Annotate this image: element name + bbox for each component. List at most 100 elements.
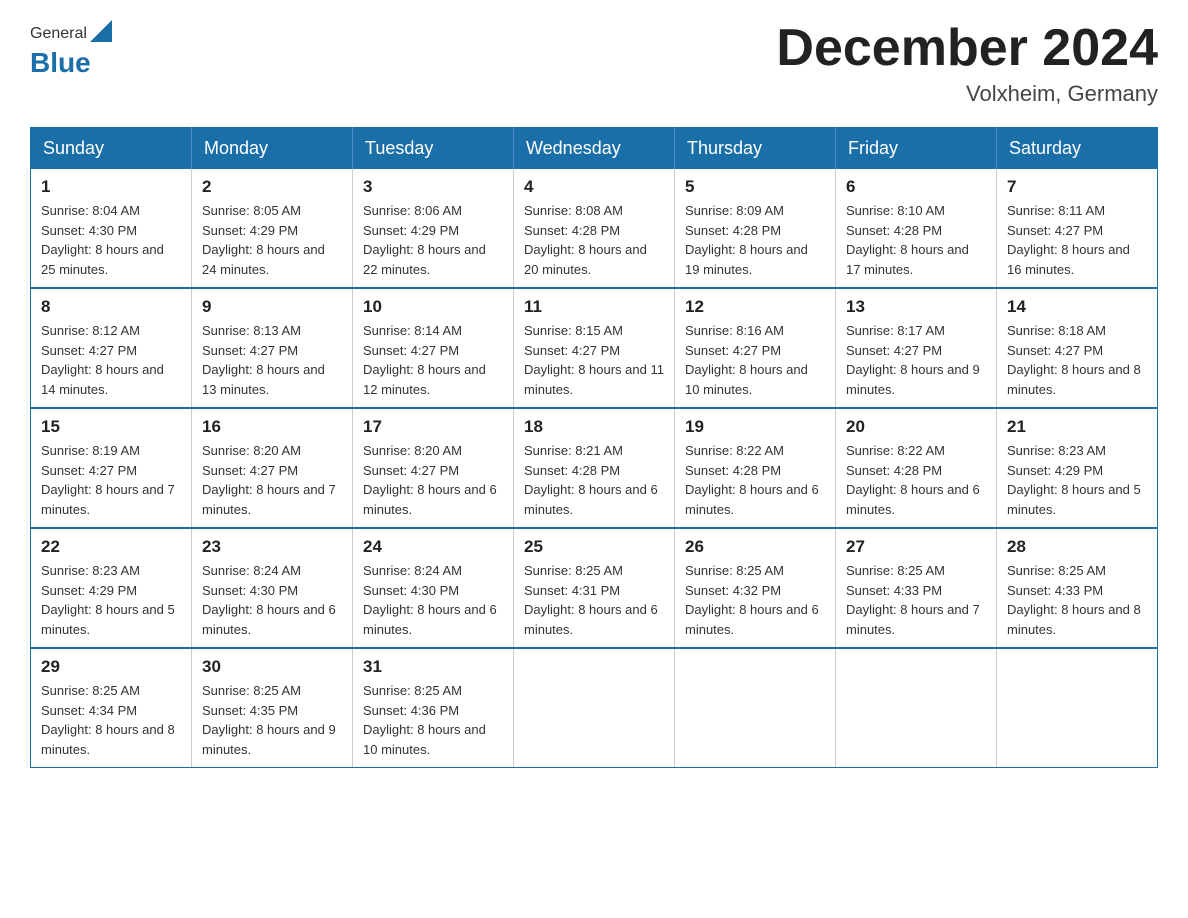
day-number: 12 <box>685 297 825 317</box>
day-info: Sunrise: 8:20 AMSunset: 4:27 PMDaylight:… <box>202 441 342 519</box>
day-info: Sunrise: 8:09 AMSunset: 4:28 PMDaylight:… <box>685 201 825 279</box>
day-number: 3 <box>363 177 503 197</box>
day-number: 25 <box>524 537 664 557</box>
calendar-cell: 23Sunrise: 8:24 AMSunset: 4:30 PMDayligh… <box>192 528 353 648</box>
day-info: Sunrise: 8:06 AMSunset: 4:29 PMDaylight:… <box>363 201 503 279</box>
weekday-header-saturday: Saturday <box>997 128 1158 170</box>
day-info: Sunrise: 8:25 AMSunset: 4:32 PMDaylight:… <box>685 561 825 639</box>
calendar-cell: 11Sunrise: 8:15 AMSunset: 4:27 PMDayligh… <box>514 288 675 408</box>
calendar-cell: 5 Sunrise: 8:09 AMSunset: 4:28 PMDaylight… <box>675 169 836 288</box>
day-number: 6 <box>846 177 986 197</box>
day-number: 18 <box>524 417 664 437</box>
day-number: 9 <box>202 297 342 317</box>
day-number: 17 <box>363 417 503 437</box>
day-info: Sunrise: 8:23 AMSunset: 4:29 PMDaylight:… <box>41 561 181 639</box>
day-number: 22 <box>41 537 181 557</box>
calendar-cell: 4 Sunrise: 8:08 AMSunset: 4:28 PMDaylight… <box>514 169 675 288</box>
day-number: 14 <box>1007 297 1147 317</box>
day-info: Sunrise: 8:19 AMSunset: 4:27 PMDaylight:… <box>41 441 181 519</box>
calendar-cell: 20 Sunrise: 8:22 AMSunset: 4:28 PMDayligh… <box>836 408 997 528</box>
month-title: December 2024 <box>776 20 1158 77</box>
calendar-cell: 7Sunrise: 8:11 AMSunset: 4:27 PMDaylight… <box>997 169 1158 288</box>
weekday-header-friday: Friday <box>836 128 997 170</box>
calendar-week-row: 1Sunrise: 8:04 AMSunset: 4:30 PMDaylight… <box>31 169 1158 288</box>
day-info: Sunrise: 8:17 AMSunset: 4:27 PMDaylight:… <box>846 321 986 399</box>
day-info: Sunrise: 8:24 AMSunset: 4:30 PMDaylight:… <box>363 561 503 639</box>
day-number: 13 <box>846 297 986 317</box>
day-number: 11 <box>524 297 664 317</box>
day-number: 8 <box>41 297 181 317</box>
calendar-cell: 9Sunrise: 8:13 AMSunset: 4:27 PMDaylight… <box>192 288 353 408</box>
calendar-cell: 10 Sunrise: 8:14 AMSunset: 4:27 PMDayligh… <box>353 288 514 408</box>
calendar-week-row: 22 Sunrise: 8:23 AMSunset: 4:29 PMDayligh… <box>31 528 1158 648</box>
calendar-week-row: 29 Sunrise: 8:25 AMSunset: 4:34 PMDayligh… <box>31 648 1158 768</box>
day-info: Sunrise: 8:21 AMSunset: 4:28 PMDaylight:… <box>524 441 664 519</box>
day-number: 28 <box>1007 537 1147 557</box>
day-info: Sunrise: 8:10 AMSunset: 4:28 PMDaylight:… <box>846 201 986 279</box>
day-number: 26 <box>685 537 825 557</box>
day-number: 31 <box>363 657 503 677</box>
calendar-cell: 31 Sunrise: 8:25 AMSunset: 4:36 PMDayligh… <box>353 648 514 768</box>
day-number: 5 <box>685 177 825 197</box>
calendar-cell: 18 Sunrise: 8:21 AMSunset: 4:28 PMDayligh… <box>514 408 675 528</box>
day-number: 15 <box>41 417 181 437</box>
calendar-cell: 16Sunrise: 8:20 AMSunset: 4:27 PMDayligh… <box>192 408 353 528</box>
calendar-cell: 28Sunrise: 8:25 AMSunset: 4:33 PMDayligh… <box>997 528 1158 648</box>
page-header: General Blue December 2024 Volxheim, Ger… <box>30 20 1158 107</box>
day-number: 2 <box>202 177 342 197</box>
logo: General Blue <box>30 20 112 79</box>
day-number: 10 <box>363 297 503 317</box>
day-info: Sunrise: 8:18 AMSunset: 4:27 PMDaylight:… <box>1007 321 1147 399</box>
location-subtitle: Volxheim, Germany <box>776 81 1158 107</box>
weekday-header-tuesday: Tuesday <box>353 128 514 170</box>
calendar-cell <box>836 648 997 768</box>
calendar-cell: 24 Sunrise: 8:24 AMSunset: 4:30 PMDayligh… <box>353 528 514 648</box>
day-info: Sunrise: 8:08 AMSunset: 4:28 PMDaylight:… <box>524 201 664 279</box>
day-number: 20 <box>846 417 986 437</box>
day-number: 30 <box>202 657 342 677</box>
logo-blue-text: Blue <box>30 47 91 79</box>
calendar-cell: 3 Sunrise: 8:06 AMSunset: 4:29 PMDaylight… <box>353 169 514 288</box>
calendar-cell: 26 Sunrise: 8:25 AMSunset: 4:32 PMDayligh… <box>675 528 836 648</box>
logo-arrow-icon <box>90 20 112 47</box>
day-info: Sunrise: 8:25 AMSunset: 4:33 PMDaylight:… <box>846 561 986 639</box>
calendar-cell <box>997 648 1158 768</box>
day-info: Sunrise: 8:22 AMSunset: 4:28 PMDaylight:… <box>846 441 986 519</box>
day-info: Sunrise: 8:14 AMSunset: 4:27 PMDaylight:… <box>363 321 503 399</box>
calendar-cell: 8Sunrise: 8:12 AMSunset: 4:27 PMDaylight… <box>31 288 192 408</box>
calendar-cell: 13 Sunrise: 8:17 AMSunset: 4:27 PMDayligh… <box>836 288 997 408</box>
calendar-cell: 22 Sunrise: 8:23 AMSunset: 4:29 PMDayligh… <box>31 528 192 648</box>
day-info: Sunrise: 8:25 AMSunset: 4:31 PMDaylight:… <box>524 561 664 639</box>
day-number: 21 <box>1007 417 1147 437</box>
weekday-header-monday: Monday <box>192 128 353 170</box>
calendar-cell: 1Sunrise: 8:04 AMSunset: 4:30 PMDaylight… <box>31 169 192 288</box>
day-info: Sunrise: 8:25 AMSunset: 4:36 PMDaylight:… <box>363 681 503 759</box>
day-info: Sunrise: 8:24 AMSunset: 4:30 PMDaylight:… <box>202 561 342 639</box>
calendar-cell <box>675 648 836 768</box>
calendar-cell: 6 Sunrise: 8:10 AMSunset: 4:28 PMDaylight… <box>836 169 997 288</box>
day-info: Sunrise: 8:16 AMSunset: 4:27 PMDaylight:… <box>685 321 825 399</box>
calendar-cell: 14 Sunrise: 8:18 AMSunset: 4:27 PMDayligh… <box>997 288 1158 408</box>
calendar-cell: 30 Sunrise: 8:25 AMSunset: 4:35 PMDayligh… <box>192 648 353 768</box>
day-number: 1 <box>41 177 181 197</box>
calendar-cell: 29 Sunrise: 8:25 AMSunset: 4:34 PMDayligh… <box>31 648 192 768</box>
day-number: 24 <box>363 537 503 557</box>
calendar-cell <box>514 648 675 768</box>
day-info: Sunrise: 8:25 AMSunset: 4:35 PMDaylight:… <box>202 681 342 759</box>
calendar-cell: 15 Sunrise: 8:19 AMSunset: 4:27 PMDayligh… <box>31 408 192 528</box>
calendar-week-row: 15 Sunrise: 8:19 AMSunset: 4:27 PMDayligh… <box>31 408 1158 528</box>
day-info: Sunrise: 8:11 AMSunset: 4:27 PMDaylight:… <box>1007 201 1147 279</box>
calendar-cell: 27 Sunrise: 8:25 AMSunset: 4:33 PMDayligh… <box>836 528 997 648</box>
day-info: Sunrise: 8:25 AMSunset: 4:34 PMDaylight:… <box>41 681 181 759</box>
calendar-week-row: 8Sunrise: 8:12 AMSunset: 4:27 PMDaylight… <box>31 288 1158 408</box>
day-number: 29 <box>41 657 181 677</box>
day-number: 4 <box>524 177 664 197</box>
day-info: Sunrise: 8:23 AMSunset: 4:29 PMDaylight:… <box>1007 441 1147 519</box>
calendar-cell: 21 Sunrise: 8:23 AMSunset: 4:29 PMDayligh… <box>997 408 1158 528</box>
day-number: 19 <box>685 417 825 437</box>
calendar-cell: 2Sunrise: 8:05 AMSunset: 4:29 PMDaylight… <box>192 169 353 288</box>
weekday-header-row: SundayMondayTuesdayWednesdayThursdayFrid… <box>31 128 1158 170</box>
weekday-header-wednesday: Wednesday <box>514 128 675 170</box>
day-number: 27 <box>846 537 986 557</box>
calendar-table: SundayMondayTuesdayWednesdayThursdayFrid… <box>30 127 1158 768</box>
